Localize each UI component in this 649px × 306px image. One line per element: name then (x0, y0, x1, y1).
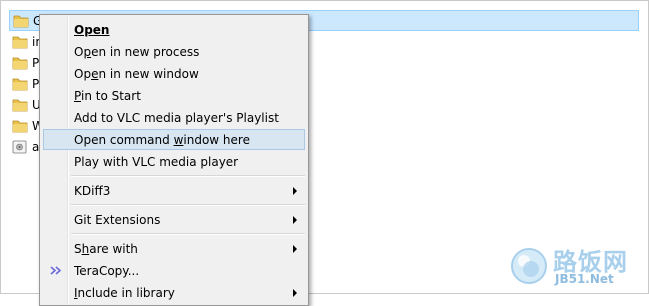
teracopy-icon (50, 266, 62, 275)
folder-icon (12, 36, 28, 48)
submenu-arrow-icon (293, 187, 297, 195)
menu-separator (71, 204, 305, 206)
menu-item-include-in-library[interactable]: Include in library (43, 282, 305, 303)
submenu-arrow-icon (293, 289, 297, 297)
menu-item-open-command-window[interactable]: Open command window here (43, 129, 305, 150)
watermark-en-text: JB51.Net (555, 272, 614, 286)
disk-icon (12, 140, 27, 153)
menu-separator (71, 175, 305, 177)
menu-item-kdiff3[interactable]: KDiff3 (43, 180, 305, 201)
watermark: 路饭网 JB51.Net (503, 240, 643, 292)
menu-item-label: Add to VLC media player's Playlist (74, 110, 279, 125)
submenu-arrow-icon (293, 245, 297, 253)
menu-item-open[interactable]: Open (43, 19, 305, 40)
menu-item-add-vlc-playlist[interactable]: Add to VLC media player's Playlist (43, 107, 305, 128)
menu-item-label: Open command window here (74, 132, 250, 147)
menu-item-label: Open in new process (74, 44, 200, 59)
menu-item-label: Pin to Start (74, 88, 141, 103)
menu-item-label: Share with (74, 241, 138, 256)
folder-icon (13, 15, 29, 27)
submenu-arrow-icon (293, 216, 297, 224)
menu-item-label: Open (74, 22, 110, 37)
menu-item-teracopy[interactable]: TeraCopy... (43, 260, 305, 281)
menu-item-pin-to-start[interactable]: Pin to Start (43, 85, 305, 106)
folder-icon (12, 57, 28, 69)
menu-separator (71, 233, 305, 235)
menu-item-label: Play with VLC media player (74, 154, 239, 169)
menu-item-label: Git Extensions (74, 212, 161, 227)
menu-item-label: Include in library (74, 285, 175, 300)
folder-icon (12, 99, 28, 111)
menu-item-play-vlc[interactable]: Play with VLC media player (43, 151, 305, 172)
watermark-logo-icon (511, 248, 547, 284)
folder-icon (12, 120, 28, 132)
menu-item-label: Open in new window (74, 66, 199, 81)
menu-item-share-with[interactable]: Share with (43, 238, 305, 259)
folder-icon (12, 78, 28, 90)
menu-item-open-new-process[interactable]: Open in new process (43, 41, 305, 62)
menu-item-git-extensions[interactable]: Git Extensions (43, 209, 305, 230)
menu-item-label: KDiff3 (74, 183, 111, 198)
menu-item-open-new-window[interactable]: Open in new window (43, 63, 305, 84)
context-menu: Open Open in new process Open in new win… (39, 14, 309, 306)
menu-item-label: TeraCopy... (74, 263, 140, 278)
